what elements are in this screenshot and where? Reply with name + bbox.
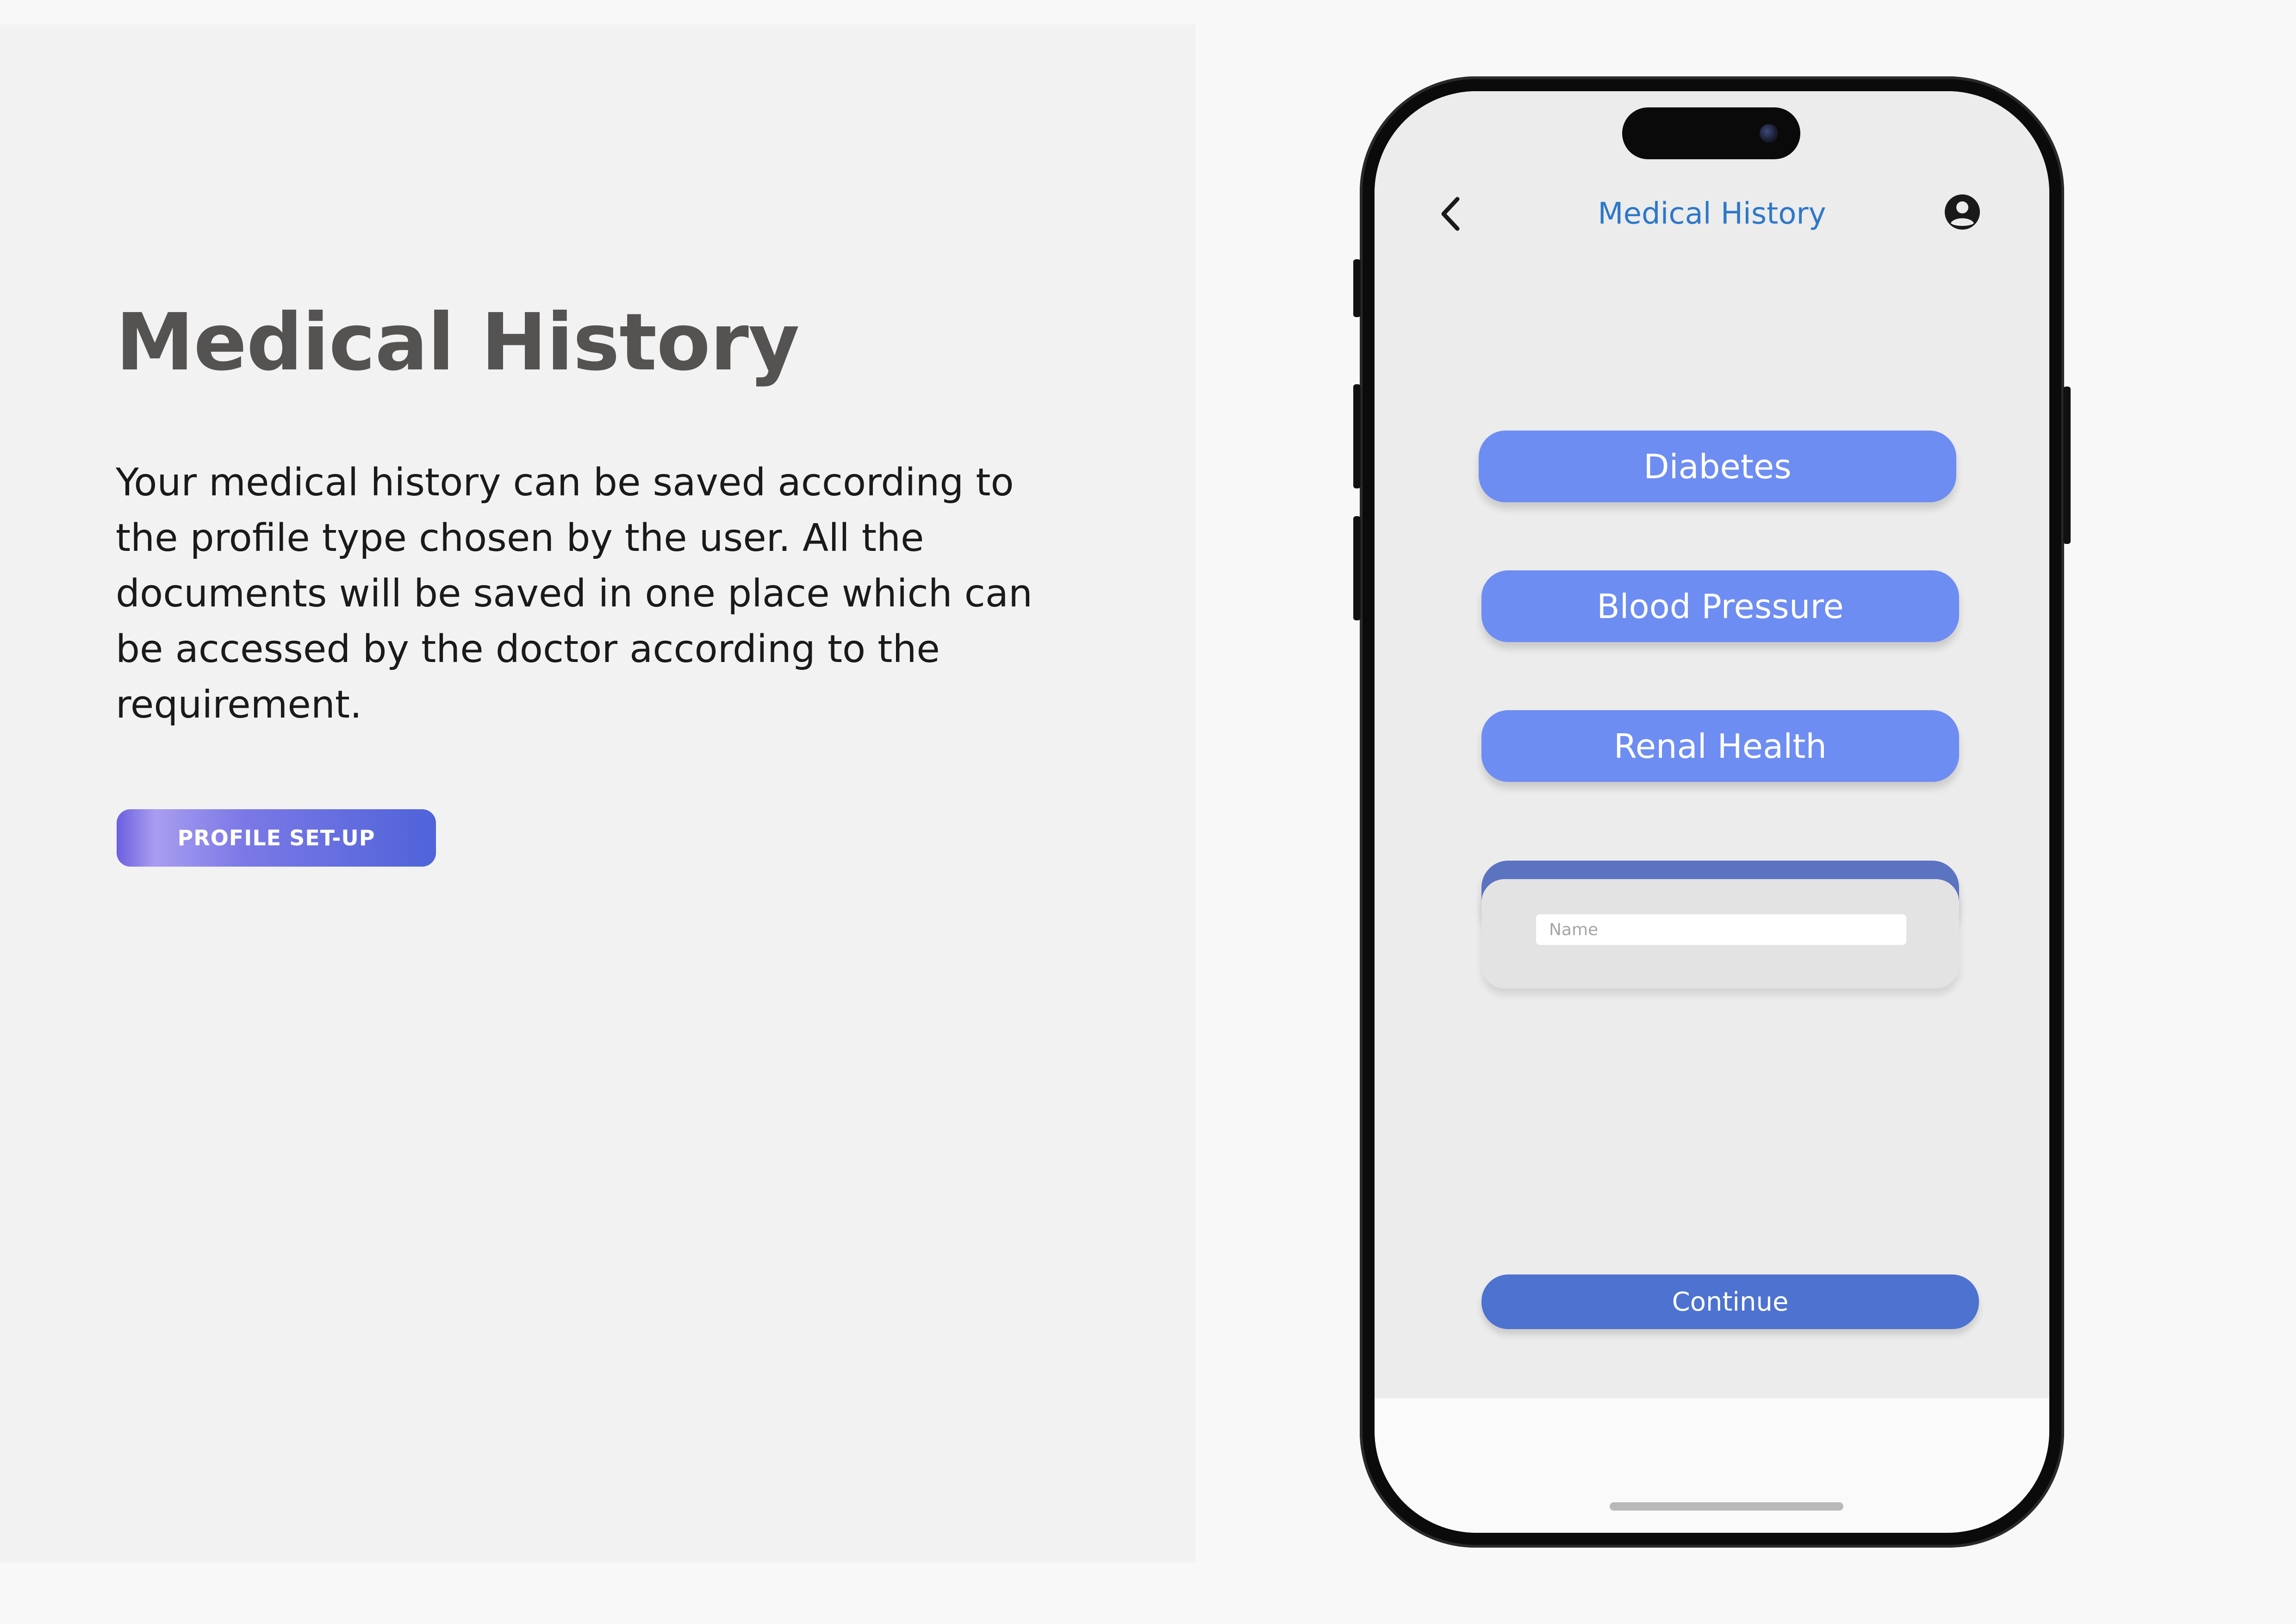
app-content-area: Medical History Diabetes Blood Pressure … (1375, 91, 2049, 1398)
user-circle-icon (1945, 194, 1980, 230)
home-indicator[interactable] (1610, 1502, 1843, 1511)
continue-button[interactable]: Continue (1481, 1274, 1979, 1329)
option-renal-health-button[interactable]: Renal Health (1481, 710, 1959, 782)
phone-mockup: Medical History Diabetes Blood Pressure … (1353, 76, 2071, 1548)
name-input[interactable] (1536, 914, 1906, 945)
option-blood-pressure-button[interactable]: Blood Pressure (1481, 570, 1959, 642)
phone-volume-up-button (1353, 384, 1361, 488)
phone-screen: Medical History Diabetes Blood Pressure … (1375, 91, 2049, 1533)
chevron-left-icon (1441, 197, 1460, 231)
phone-mute-switch (1353, 259, 1361, 317)
option-diabetes-button[interactable]: Diabetes (1479, 431, 1956, 502)
dynamic-island (1622, 107, 1800, 159)
phone-power-button (2063, 387, 2071, 544)
camera-icon (1760, 124, 1778, 143)
other-name-card (1481, 879, 1959, 988)
profile-setup-button[interactable]: PROFILE SET-UP (117, 809, 436, 867)
profile-button[interactable] (1941, 191, 1983, 233)
description-text: Your medical history can be saved accord… (116, 461, 1033, 727)
back-button[interactable] (1430, 193, 1472, 235)
page-heading: Medical History (116, 297, 800, 388)
phone-volume-down-button (1353, 516, 1361, 620)
presentation-panel: Medical History Your medical history can… (0, 25, 1195, 1562)
